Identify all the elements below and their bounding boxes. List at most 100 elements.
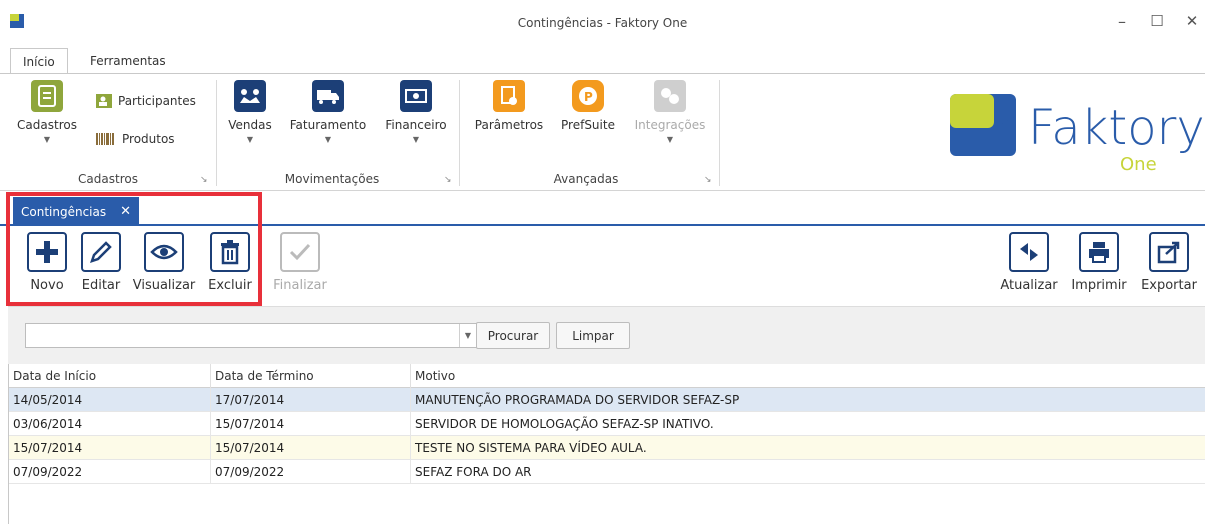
vendas-button[interactable]: Vendas ▼ [224,80,276,144]
search-bar: ▼ Procurar Limpar [8,306,1205,364]
group-label-avancadas: Avançadas [553,172,619,186]
document-icon [31,80,63,112]
imprimir-label: Imprimir [1071,278,1127,293]
export-icon [1149,232,1189,272]
search-input[interactable]: ▼ [25,323,477,348]
cell-data-termino: 17/07/2014 [211,388,411,412]
close-tab-icon[interactable]: ✕ [120,204,131,219]
produtos-button[interactable]: Produtos [96,132,175,146]
tab-ferramentas[interactable]: Ferramentas [78,48,178,74]
table-header: Data de Início Data de Término Motivo [9,364,1205,388]
editar-button[interactable]: Editar [78,232,124,293]
imprimir-button[interactable]: Imprimir [1068,232,1130,293]
cadastros-label: Cadastros [17,118,77,132]
faturamento-label: Faturamento [289,118,367,132]
column-header-data-termino[interactable]: Data de Término [211,364,411,388]
printer-icon [1079,232,1119,272]
novo-button[interactable]: Novo [24,232,70,293]
participantes-label: Participantes [118,94,196,108]
cell-data-termino: 07/09/2022 [211,460,411,484]
visualizar-button[interactable]: Visualizar [130,232,198,293]
contingencias-table: Data de Início Data de Término Motivo 14… [8,364,1205,524]
pencil-icon [81,232,121,272]
eye-icon [144,232,184,272]
logo-brand-text: Faktory [1028,100,1205,156]
cell-data-termino: 15/07/2014 [211,436,411,460]
group-label-cadastros: Cadastros [78,172,138,186]
svg-text:P: P [584,90,593,104]
procurar-button[interactable]: Procurar [476,322,550,349]
plus-icon [27,232,67,272]
group-separator [459,80,460,186]
person-card-icon [96,94,112,108]
maximize-button[interactable]: ☐ [1146,12,1168,30]
logo-sub-text: One [1120,154,1157,175]
column-header-motivo[interactable]: Motivo [411,364,1205,388]
chevron-down-icon: ▼ [666,135,674,144]
cell-data-inicio: 14/05/2014 [9,388,211,412]
finalizar-button[interactable]: Finalizar [268,232,332,293]
trash-icon [210,232,250,272]
atualizar-button[interactable]: Atualizar [998,232,1060,293]
novo-label: Novo [30,278,64,293]
check-icon [280,232,320,272]
atualizar-label: Atualizar [1000,278,1058,293]
chevron-down-icon: ▼ [246,135,254,144]
cadastros-button[interactable]: Cadastros ▼ [14,80,80,144]
refresh-icon [1009,232,1049,272]
exportar-button[interactable]: Exportar [1138,232,1200,293]
financeiro-button[interactable]: Financeiro ▼ [383,80,449,144]
cell-motivo: SERVIDOR DE HOMOLOGAÇÃO SEFAZ-SP INATIVO… [415,417,714,431]
limpar-button[interactable]: Limpar [556,322,630,349]
doc-tab-contingencias[interactable]: Contingências ✕ [13,197,140,226]
minimize-button[interactable]: – [1111,12,1133,31]
prefsuite-label: PrefSuite [561,118,615,132]
close-button[interactable]: ✕ [1181,12,1203,30]
finalizar-label: Finalizar [273,278,327,293]
table-row[interactable]: 07/09/2022 07/09/2022 SEFAZ FORA DO AR [9,460,1205,484]
settings-sheet-icon [493,80,525,112]
faturamento-button[interactable]: Faturamento ▼ [287,80,369,144]
cell-motivo: MANUTENÇÃO PROGRAMADA DO SERVIDOR SEFAZ-… [415,393,740,407]
visualizar-label: Visualizar [132,278,196,293]
money-icon [400,80,432,112]
table-row[interactable]: 03/06/2014 15/07/2014 SERVIDOR DE HOMOLO… [9,412,1205,436]
column-header-data-inicio[interactable]: Data de Início [9,364,211,388]
truck-icon [312,80,344,112]
table-row[interactable]: 15/07/2014 15/07/2014 TESTE NO SISTEMA P… [9,436,1205,460]
parametros-button[interactable]: Parâmetros [470,80,548,132]
tab-inicio[interactable]: Início [10,48,68,74]
cell-data-inicio: 03/06/2014 [9,412,211,436]
integration-icon [654,80,686,112]
produtos-label: Produtos [122,132,175,146]
doc-tab-label: Contingências [21,204,107,219]
table-row[interactable]: 14/05/2014 17/07/2014 MANUTENÇÃO PROGRAM… [9,388,1205,412]
chevron-down-icon[interactable]: ▼ [459,324,476,347]
excluir-label: Excluir [208,278,252,293]
parametros-label: Parâmetros [474,118,544,132]
barcode-icon [96,133,114,145]
window-title: Contingências - Faktory One [517,16,688,30]
group-launcher-icon[interactable]: ↘ [704,175,712,185]
ribbon-tabs: Início Ferramentas [0,48,1205,74]
participantes-button[interactable]: Participantes [96,94,196,108]
excluir-button[interactable]: Excluir [204,232,256,293]
group-separator [719,80,720,186]
faktory-logo: Faktory One [948,88,1205,184]
editar-label: Editar [81,278,121,293]
handshake-icon [234,80,266,112]
prefsuite-button[interactable]: P PrefSuite [556,80,620,132]
financeiro-label: Financeiro [385,118,447,132]
cell-data-termino: 15/07/2014 [211,412,411,436]
group-launcher-icon[interactable]: ↘ [444,175,452,185]
group-label-movimentacoes: Movimentações [284,172,380,186]
exportar-label: Exportar [1141,278,1197,293]
cell-data-inicio: 07/09/2022 [9,460,211,484]
cell-motivo: TESTE NO SISTEMA PARA VÍDEO AULA. [415,441,647,455]
group-separator [216,80,217,186]
integracoes-button[interactable]: Integrações ▼ [630,80,710,144]
cell-data-inicio: 15/07/2014 [9,436,211,460]
integracoes-label: Integrações [634,118,706,132]
group-launcher-icon[interactable]: ↘ [200,175,208,185]
document-tabs: Contingências ✕ [0,192,1205,226]
